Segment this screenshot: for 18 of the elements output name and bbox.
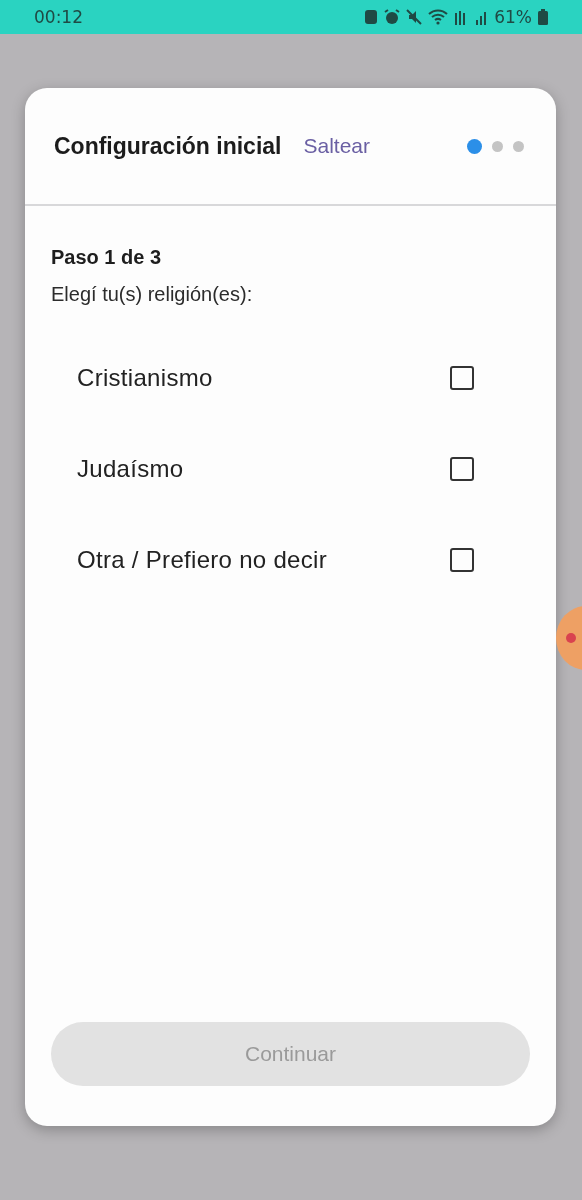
- status-time: 00:12: [34, 7, 84, 27]
- signal-icon: [454, 9, 489, 25]
- option-label: Judaísmo: [77, 454, 185, 483]
- dialog-title: Configuración inicial: [54, 132, 282, 160]
- option-label: Otra / Prefiero no decir: [77, 545, 328, 574]
- checkbox[interactable]: [450, 456, 474, 481]
- checkbox[interactable]: [450, 365, 474, 390]
- skip-button[interactable]: Saltear: [303, 134, 370, 158]
- question-text: Elegí tu(s) religión(es):: [51, 283, 254, 306]
- battery-percent: 61%: [494, 7, 532, 27]
- option-label: Cristianismo: [77, 363, 214, 392]
- battery-icon: [538, 9, 548, 25]
- checkbox[interactable]: [450, 547, 474, 572]
- alarm-icon: [384, 9, 401, 25]
- wifi-icon: [428, 9, 449, 25]
- step-label: Paso 1 de 3: [51, 246, 163, 269]
- sim-icon: [364, 9, 379, 25]
- mute-icon: [406, 9, 423, 25]
